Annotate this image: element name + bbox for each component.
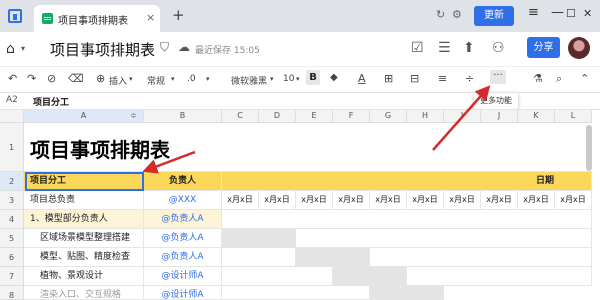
arrow-to-a2 [142,150,196,174]
annotation-arrows [142,85,491,174]
arrow-to-more-button [432,85,491,151]
